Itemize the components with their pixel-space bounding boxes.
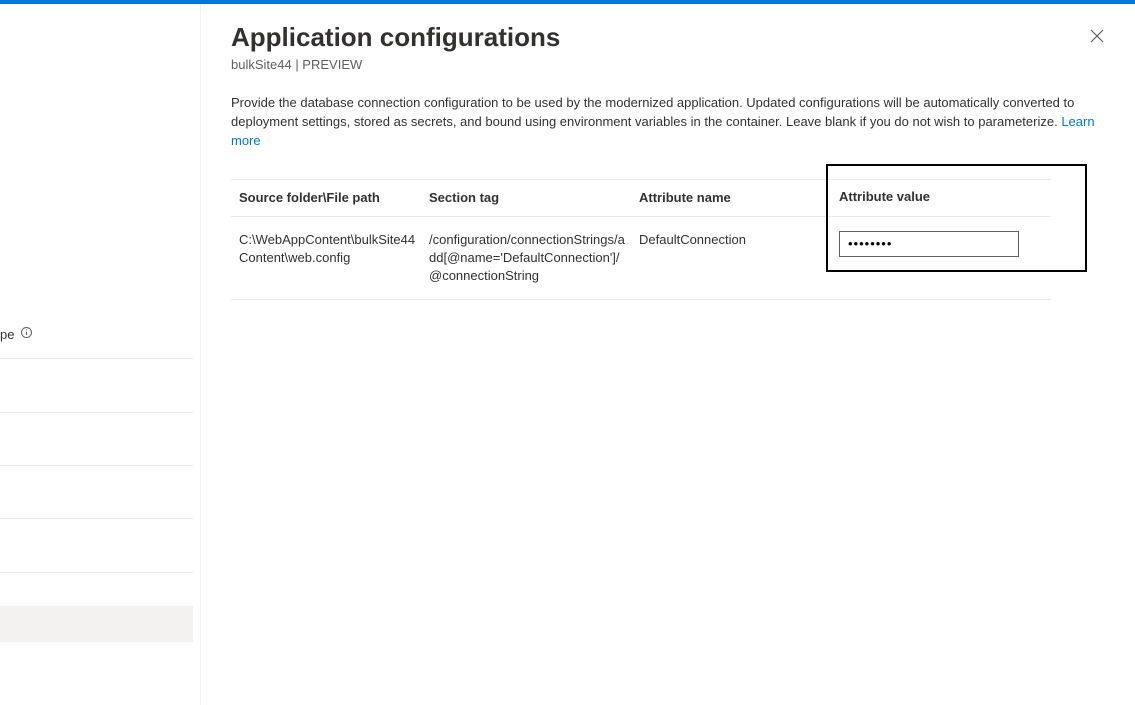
left-partial-row: pe xyxy=(0,320,199,348)
left-partial-text: pe xyxy=(0,327,14,342)
config-table: Source folder\File path Section tag Attr… xyxy=(231,179,1051,301)
description-body: Provide the database connection configur… xyxy=(231,95,1074,129)
table-header-row: Source folder\File path Section tag Attr… xyxy=(231,179,1051,217)
cell-attr-value xyxy=(839,231,1043,257)
table-row: C:\WebAppContent\bulkSite44Content\web.c… xyxy=(231,217,1051,301)
page-title: Application configurations xyxy=(231,22,1105,53)
close-button[interactable] xyxy=(1087,26,1107,46)
cell-section: /configuration/connectionStrings/add[@na… xyxy=(429,231,639,286)
info-icon xyxy=(20,326,33,342)
header-section: Section tag xyxy=(429,189,639,207)
description-text: Provide the database connection configur… xyxy=(231,94,1105,151)
attr-value-input[interactable] xyxy=(839,231,1019,257)
left-background-column: pe xyxy=(0,4,200,705)
close-icon xyxy=(1090,29,1104,43)
main-panel: Application configurations bulkSite44 | … xyxy=(200,4,1135,705)
header-attr-value: Attribute value xyxy=(839,189,1043,204)
page-subtitle: bulkSite44 | PREVIEW xyxy=(231,57,1105,72)
header-source: Source folder\File path xyxy=(239,189,429,207)
cell-source: C:\WebAppContent\bulkSite44Content\web.c… xyxy=(239,231,429,267)
header-attr-name: Attribute name xyxy=(639,189,839,207)
cell-attr-name: DefaultConnection xyxy=(639,231,839,249)
